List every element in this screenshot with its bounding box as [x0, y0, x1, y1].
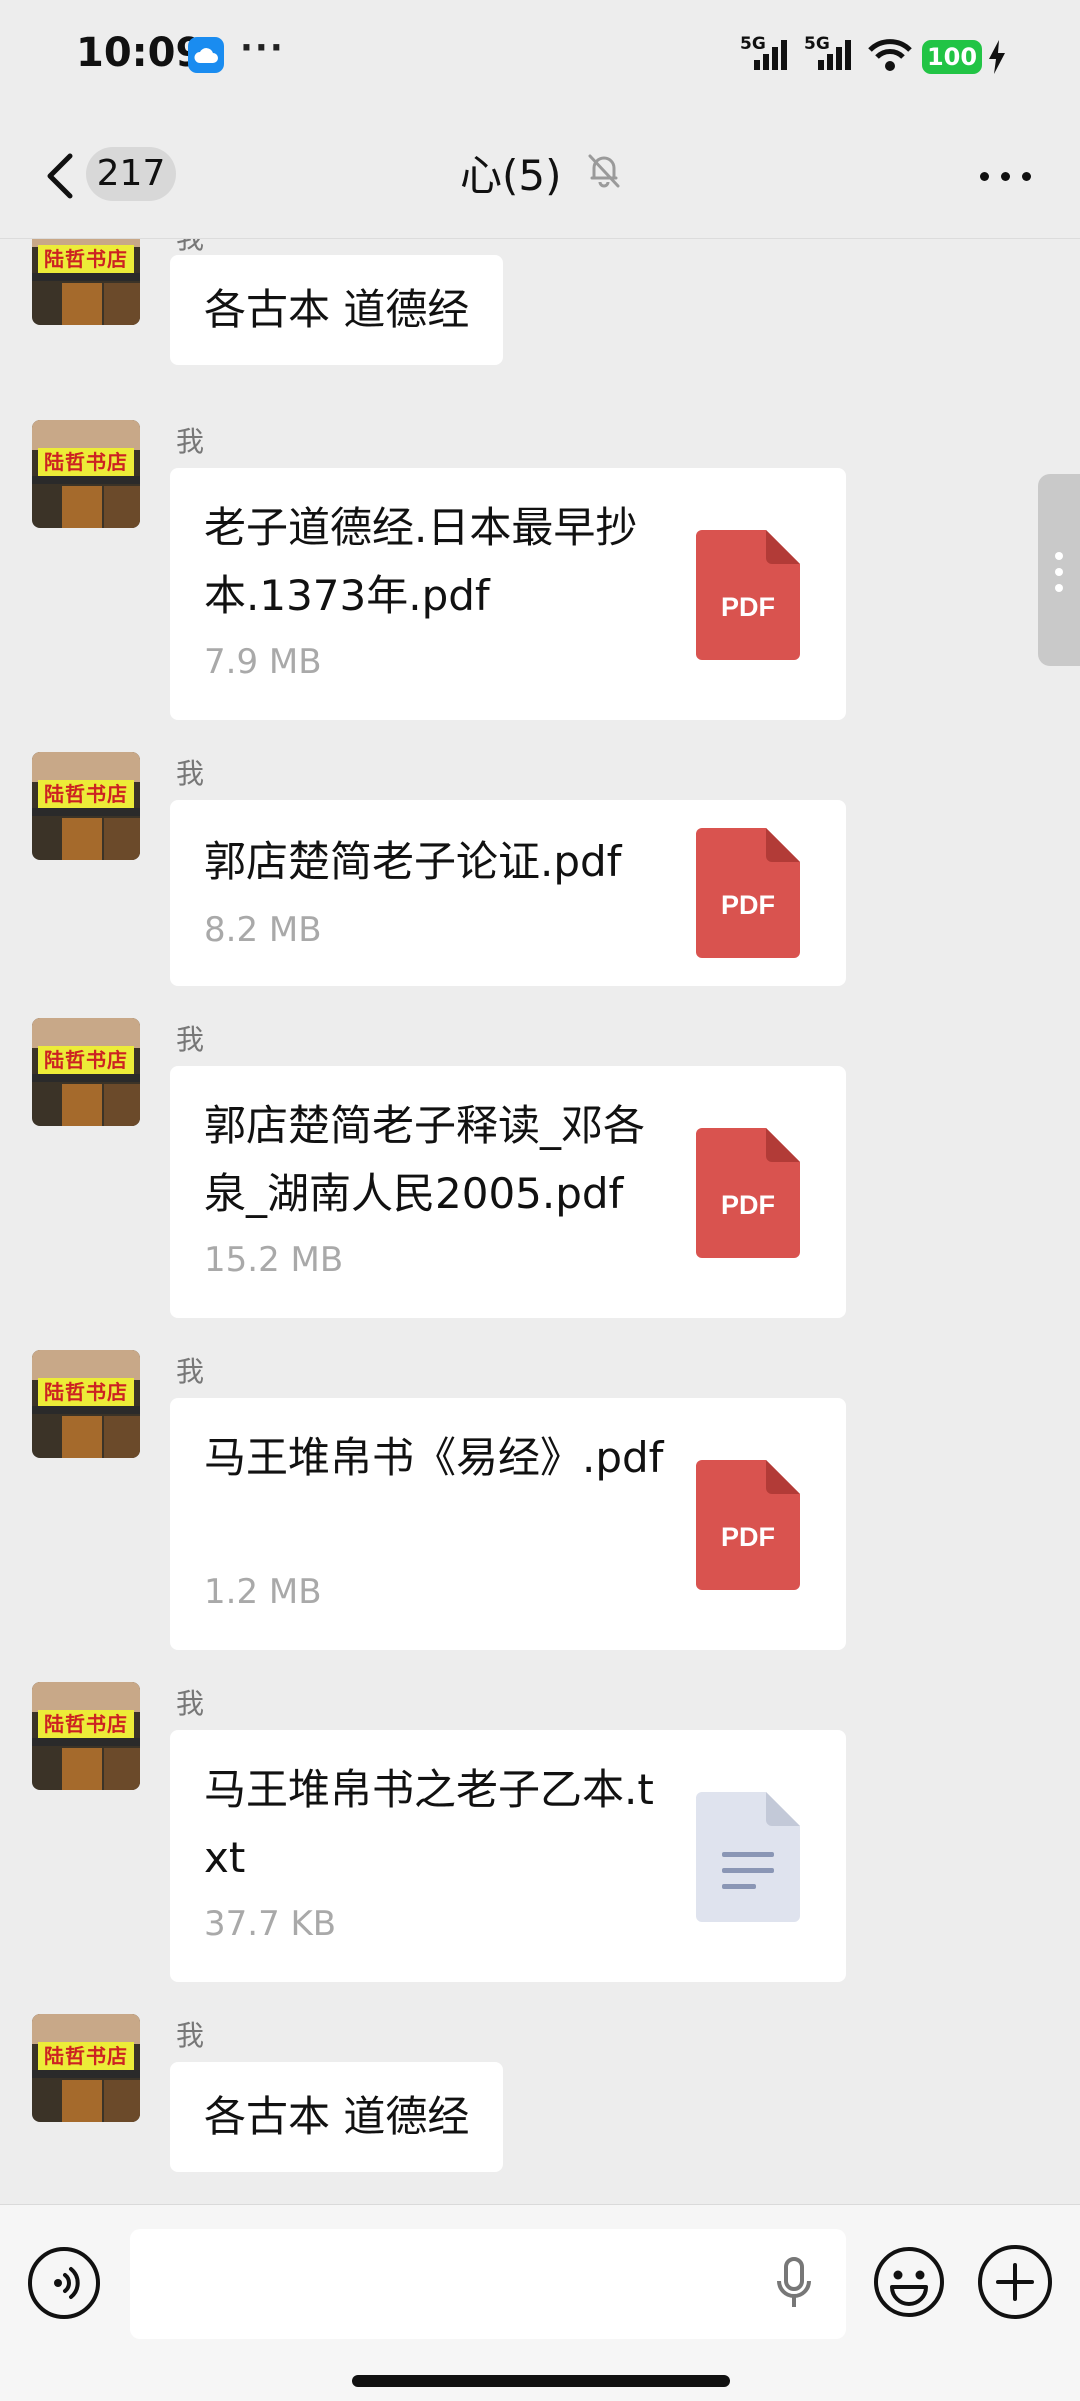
file-size: 1.2 MB	[204, 1572, 322, 1612]
avatar-sign: 陆哲书店	[38, 2042, 134, 2070]
more-notifications-icon: ···	[240, 28, 285, 68]
input-bar	[0, 2204, 1080, 2401]
file-bubble[interactable]: 马王堆帛书《易经》.pdf 1.2 MB PDF	[170, 1398, 846, 1650]
file-name: 马王堆帛书之老子乙本.txt	[204, 1765, 654, 1882]
plus-icon[interactable]	[978, 2245, 1052, 2319]
sender-name: 我	[176, 2019, 205, 2052]
avatar[interactable]: 陆哲书店	[32, 420, 140, 528]
more-icon[interactable]	[976, 164, 1036, 188]
signal-icon: 5G	[740, 28, 796, 76]
back-icon[interactable]	[40, 148, 80, 204]
file-bubble[interactable]: 老子道德经.日本最早抄本.1373年.pdf 7.9 MB PDF	[170, 468, 846, 720]
status-bar: 10:09 ··· 5G 5G 100	[0, 0, 1080, 112]
file-size: 8.2 MB	[204, 910, 322, 950]
avatar[interactable]: 陆哲书店	[32, 239, 140, 325]
file-type-label: PDF	[721, 890, 775, 920]
sender-name: 我	[176, 1687, 205, 1720]
cloud-icon	[188, 37, 224, 73]
text-bubble[interactable]: 各古本 道德经	[170, 255, 504, 365]
chat-header: 217 心(5)	[0, 112, 1080, 239]
file-size: 37.7 KB	[204, 1904, 337, 1944]
file-type-label: PDF	[721, 592, 775, 622]
avatar[interactable]: 陆哲书店	[32, 1350, 140, 1458]
file-name: 老子道德经.日本最早抄本.1373年.pdf	[204, 503, 638, 620]
signal-icon: 5G	[804, 28, 860, 76]
sender-name: 我	[176, 425, 205, 458]
file-name: 郭店楚简老子释读_邓各泉_湖南人民2005.pdf	[204, 1101, 646, 1218]
file-bubble[interactable]: 郭店楚简老子释读_邓各泉_湖南人民2005.pdf 15.2 MB PDF	[170, 1066, 846, 1318]
avatar[interactable]: 陆哲书店	[32, 752, 140, 860]
avatar-sign: 陆哲书店	[38, 1046, 134, 1074]
avatar-sign: 陆哲书店	[38, 1378, 134, 1406]
text-bubble[interactable]: 各古本 道德经	[170, 2062, 504, 2172]
sender-name: 我	[176, 1355, 205, 1388]
file-size: 7.9 MB	[204, 642, 322, 682]
pdf-file-icon: PDF	[696, 828, 800, 958]
message-list[interactable]: 陆哲书店 我 各古本 道德经 陆哲书店 我 老子道德经.日本最早抄本.1373年…	[0, 239, 1080, 2204]
microphone-icon[interactable]	[774, 2255, 814, 2315]
emoji-icon[interactable]	[872, 2245, 946, 2319]
home-indicator[interactable]	[352, 2375, 730, 2387]
txt-file-icon	[696, 1792, 800, 1922]
chat-title-text: 心(5)	[460, 150, 562, 200]
wifi-icon	[866, 28, 914, 76]
sender-name: 我	[176, 757, 205, 790]
pdf-file-icon: PDF	[696, 530, 800, 660]
voice-icon[interactable]	[28, 2247, 100, 2319]
avatar[interactable]: 陆哲书店	[32, 2014, 140, 2122]
file-name: 郭店楚简老子论证.pdf	[204, 837, 622, 886]
edge-panel-handle[interactable]	[1038, 474, 1080, 666]
pdf-file-icon: PDF	[696, 1460, 800, 1590]
unread-count-badge[interactable]: 217	[86, 147, 176, 201]
file-size: 15.2 MB	[204, 1240, 344, 1280]
avatar-sign: 陆哲书店	[38, 448, 134, 476]
battery-icon: 100	[922, 40, 982, 74]
file-bubble[interactable]: 马王堆帛书之老子乙本.txt 37.7 KB	[170, 1730, 846, 1982]
file-bubble[interactable]: 郭店楚简老子论证.pdf 8.2 MB PDF	[170, 800, 846, 986]
file-type-label: PDF	[721, 1522, 775, 1552]
message-input[interactable]	[130, 2229, 846, 2339]
status-time: 10:09	[76, 30, 204, 76]
avatar[interactable]: 陆哲书店	[32, 1682, 140, 1790]
avatar[interactable]: 陆哲书店	[32, 1018, 140, 1126]
pdf-file-icon: PDF	[696, 1128, 800, 1258]
charging-icon	[988, 40, 1006, 78]
file-type-label: PDF	[721, 1190, 775, 1220]
file-name: 马王堆帛书《易经》.pdf	[204, 1433, 664, 1482]
avatar-sign: 陆哲书店	[38, 780, 134, 808]
mute-icon	[584, 150, 624, 194]
avatar-sign: 陆哲书店	[38, 245, 134, 273]
chat-title: 心(5)	[460, 142, 624, 202]
avatar-sign: 陆哲书店	[38, 1710, 134, 1738]
sender-name: 我	[176, 1023, 205, 1056]
